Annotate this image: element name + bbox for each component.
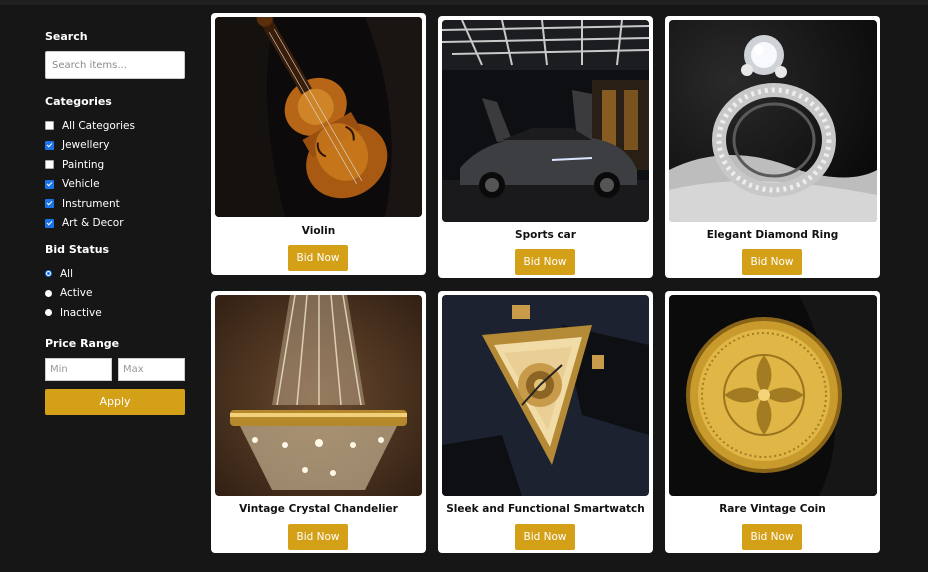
item-title: Rare Vintage Coin xyxy=(719,503,826,515)
bid-now-button[interactable]: Bid Now xyxy=(515,524,575,550)
category-checkbox[interactable] xyxy=(45,179,54,189)
item-title: Sleek and Functional Smartwatch xyxy=(446,503,645,515)
category-checkbox[interactable] xyxy=(45,218,54,228)
violin-image[interactable] xyxy=(215,17,422,217)
category-label: All Categories xyxy=(62,119,135,132)
min-price-input[interactable] xyxy=(45,357,112,381)
bid-status-active[interactable]: Active xyxy=(45,284,185,304)
price-range-heading: Price Range xyxy=(45,336,120,350)
item-card-sports-car: Sports car Bid Now xyxy=(438,16,653,278)
smartwatch-image[interactable] xyxy=(442,295,649,496)
radio-label: Inactive xyxy=(60,306,102,319)
item-title: Elegant Diamond Ring xyxy=(706,229,839,241)
price-range-inputs xyxy=(45,357,185,381)
bid-status-options: All Active Inactive xyxy=(45,264,185,323)
category-all[interactable]: All Categories xyxy=(45,116,185,136)
radio-button[interactable] xyxy=(45,309,52,317)
radio-label: All xyxy=(60,267,74,280)
radio-label: Active xyxy=(60,287,93,300)
categories-heading: Categories xyxy=(45,95,112,108)
category-label: Art & Decor xyxy=(62,217,124,230)
bid-status-heading: Bid Status xyxy=(45,243,110,256)
bid-status-all[interactable]: All xyxy=(45,264,185,284)
category-checkbox[interactable] xyxy=(45,140,54,150)
sports-car-image[interactable] xyxy=(442,20,649,222)
chandelier-image[interactable] xyxy=(215,295,422,496)
bid-now-button[interactable]: Bid Now xyxy=(288,524,348,550)
item-title: Violin xyxy=(301,225,336,237)
bid-now-button[interactable]: Bid Now xyxy=(288,245,348,271)
category-painting[interactable]: Painting xyxy=(45,155,185,175)
search-input[interactable] xyxy=(45,51,185,79)
item-card-chandelier: Vintage Crystal Chandelier Bid Now xyxy=(211,291,426,553)
item-card-smartwatch: Sleek and Functional Smartwatch Bid Now xyxy=(438,291,653,553)
search-heading: Search xyxy=(45,30,88,43)
category-jewellery[interactable]: Jewellery xyxy=(45,136,185,156)
vintage-coin-image[interactable] xyxy=(669,295,877,496)
category-instrument[interactable]: Instrument xyxy=(45,194,185,214)
radio-button[interactable] xyxy=(45,270,52,278)
categories-list: All Categories Jewellery Painting Vehicl… xyxy=(45,116,185,233)
filter-sidebar: Search Categories All Categories Jewelle… xyxy=(45,30,185,415)
apply-button[interactable]: Apply xyxy=(45,388,185,415)
category-label: Instrument xyxy=(62,197,120,210)
category-checkbox[interactable] xyxy=(45,121,54,131)
radio-button[interactable] xyxy=(45,289,52,297)
category-art-decor[interactable]: Art & Decor xyxy=(45,214,185,234)
category-label: Vehicle xyxy=(62,178,100,191)
max-price-input[interactable] xyxy=(118,357,185,381)
item-card-violin: Violin Bid Now xyxy=(211,13,426,275)
item-title: Vintage Crystal Chandelier xyxy=(239,503,398,515)
bid-now-button[interactable]: Bid Now xyxy=(742,524,802,550)
category-label: Painting xyxy=(62,158,105,171)
category-checkbox[interactable] xyxy=(45,160,54,170)
item-card-diamond-ring: Elegant Diamond Ring Bid Now xyxy=(665,16,880,278)
item-title: Sports car xyxy=(515,229,576,241)
category-label: Jewellery xyxy=(62,139,110,152)
diamond-ring-image[interactable] xyxy=(669,20,877,222)
category-checkbox[interactable] xyxy=(45,199,54,209)
bid-now-button[interactable]: Bid Now xyxy=(515,249,575,275)
category-vehicle[interactable]: Vehicle xyxy=(45,175,185,195)
item-card-vintage-coin: Rare Vintage Coin Bid Now xyxy=(665,291,880,553)
bid-now-button[interactable]: Bid Now xyxy=(742,249,802,275)
bid-status-inactive[interactable]: Inactive xyxy=(45,303,185,323)
top-divider xyxy=(0,0,928,5)
